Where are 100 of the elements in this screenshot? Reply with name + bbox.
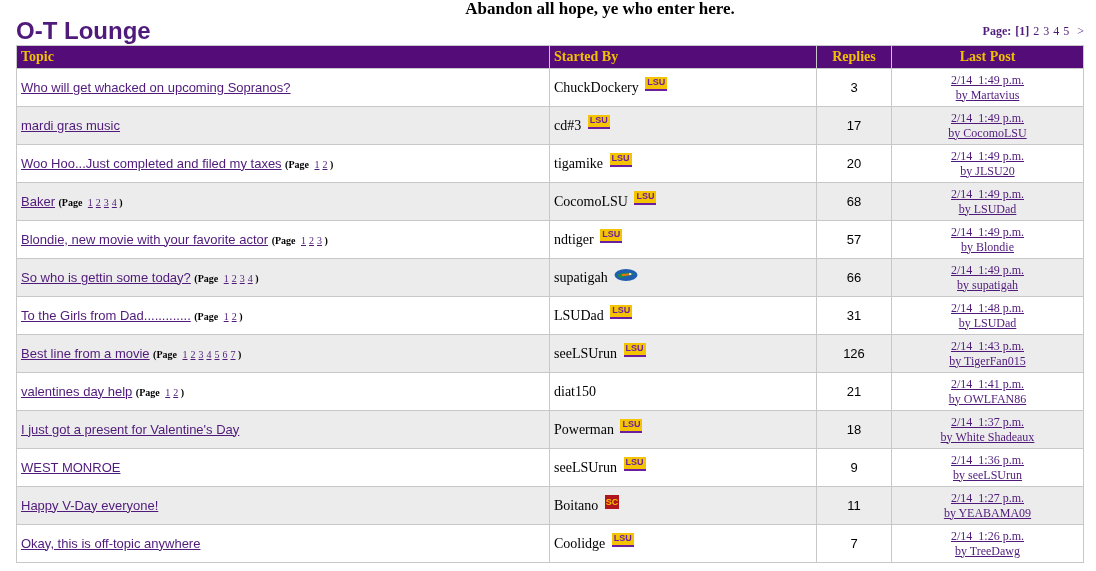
- topic-page-link[interactable]: 3: [198, 348, 204, 360]
- reply-count: 7: [816, 524, 892, 563]
- topic-link[interactable]: Happy V-Day everyone!: [21, 497, 159, 513]
- topic-page-link[interactable]: 2: [231, 272, 237, 284]
- topic-page-link[interactable]: 1: [223, 272, 229, 284]
- page-suffix: ): [324, 234, 328, 246]
- topic-page-link[interactable]: 6: [222, 348, 228, 360]
- topic-page-link[interactable]: 2: [309, 234, 314, 246]
- topic-page-link[interactable]: 2: [190, 348, 196, 360]
- topic-link[interactable]: Baker: [21, 193, 55, 209]
- team-logo-icon: LSU: [620, 418, 643, 433]
- last-post-time-link[interactable]: 2/14 1:49 p.m.: [951, 110, 1024, 125]
- reply-count: 18: [816, 410, 892, 449]
- topic-page-link[interactable]: 1: [165, 386, 171, 398]
- topic-link[interactable]: Woo Hoo...Just completed and filed my taxes: [21, 155, 282, 171]
- team-logo-icon: LSU: [645, 76, 668, 91]
- last-post-author-link[interactable]: by OWLFAN86: [948, 391, 1027, 406]
- author-name: seeLSUrun: [554, 345, 617, 361]
- topic-page-link[interactable]: 3: [103, 196, 109, 208]
- topic-link[interactable]: So who is gettin some today?: [21, 269, 191, 285]
- topic-link[interactable]: valentines day help: [21, 383, 133, 399]
- topic-link[interactable]: WEST MONROE: [21, 459, 121, 475]
- last-post-time-link[interactable]: 2/14 1:49 p.m.: [951, 72, 1024, 87]
- page-suffix: ): [330, 158, 334, 170]
- last-post-time-link[interactable]: 2/14 1:27 p.m.: [951, 490, 1024, 505]
- page-prefix: (Page: [58, 196, 83, 208]
- reply-count: 57: [816, 220, 892, 259]
- page-prefix: (Page: [194, 272, 219, 284]
- topic-page-link[interactable]: 4: [247, 272, 253, 284]
- reply-count: 126: [816, 334, 892, 373]
- last-post-author-link[interactable]: by Martavius: [955, 87, 1020, 102]
- last-post-author-link[interactable]: by Blondie: [961, 239, 1014, 254]
- last-post-time-link[interactable]: 2/14 1:49 p.m.: [951, 262, 1024, 277]
- last-post-time-link[interactable]: 2/14 1:41 p.m.: [951, 376, 1024, 391]
- page-link[interactable]: 4: [1053, 24, 1060, 39]
- board-title: O-T Lounge: [16, 17, 151, 45]
- page-suffix: ): [119, 196, 123, 208]
- topic-page-link[interactable]: 2: [322, 158, 328, 170]
- author-name: supatigah: [554, 269, 608, 285]
- team-logo-icon: LSU: [634, 190, 657, 205]
- topic-page-link[interactable]: 1: [301, 234, 306, 246]
- topic-page-link[interactable]: 1: [314, 158, 320, 170]
- last-post-time-link[interactable]: 2/14 1:37 p.m.: [951, 414, 1024, 429]
- topic-page-link[interactable]: 7: [230, 348, 236, 360]
- page-suffix: ): [180, 386, 185, 398]
- last-post-time-link[interactable]: 2/14 1:49 p.m.: [951, 224, 1024, 239]
- last-post-author-link[interactable]: by supatigah: [957, 277, 1018, 292]
- topic-page-link[interactable]: 2: [231, 310, 237, 322]
- topic-link[interactable]: To the Girls from Dad.............: [21, 307, 191, 323]
- last-post-author-link[interactable]: by CocomoLSU: [948, 125, 1027, 140]
- last-post-author-link[interactable]: by LSUDad: [958, 201, 1017, 216]
- reply-count: 31: [816, 296, 892, 335]
- topic-page-link[interactable]: 1: [223, 310, 229, 322]
- next-page-link[interactable]: >: [1077, 24, 1084, 39]
- gator-logo-icon: [614, 267, 639, 282]
- last-post-author-link[interactable]: by seeLSUrun: [953, 467, 1022, 482]
- topic-page-link[interactable]: 2: [173, 386, 179, 398]
- team-logo-icon: LSU: [610, 304, 633, 319]
- last-post-time-link[interactable]: 2/14 1:36 p.m.: [951, 452, 1024, 467]
- team-logo-icon: LSU: [623, 342, 646, 357]
- last-post-author-link[interactable]: by TigerFan015: [949, 353, 1026, 368]
- topic-page-link[interactable]: 1: [87, 196, 93, 208]
- topic-page-link[interactable]: 4: [206, 348, 212, 360]
- topic-page-link[interactable]: 5: [214, 348, 220, 360]
- last-post-time-link[interactable]: 2/14 1:48 p.m.: [951, 300, 1024, 315]
- topic-link[interactable]: mardi gras music: [21, 117, 120, 133]
- reply-count: 20: [816, 144, 892, 183]
- last-post-author-link[interactable]: by JLSU20: [960, 163, 1015, 178]
- last-post-author-link[interactable]: by YEABAMA09: [943, 505, 1032, 520]
- topic-link[interactable]: Blondie, new movie with your favorite actor: [21, 231, 269, 247]
- topic-page-link[interactable]: 1: [182, 348, 188, 360]
- topic-page-link[interactable]: 2: [95, 196, 101, 208]
- author-name: ndtiger: [554, 231, 594, 247]
- page-link[interactable]: 2: [1033, 24, 1040, 39]
- author-name: CocomoLSU: [554, 193, 628, 209]
- topic-page-link[interactable]: 3: [239, 272, 245, 284]
- author-name: cd#3: [554, 117, 582, 133]
- last-post-time-link[interactable]: 2/14 1:49 p.m.: [951, 186, 1024, 201]
- last-post-author-link[interactable]: by TreeDawg: [955, 543, 1020, 558]
- last-post-time-link[interactable]: 2/14 1:26 p.m.: [951, 528, 1024, 543]
- topic-link[interactable]: Okay, this is off-topic anywhere: [21, 535, 201, 551]
- page-prefix: (Page: [135, 386, 160, 398]
- topic-page-link[interactable]: 4: [111, 196, 117, 208]
- team-logo-icon: LSU: [623, 456, 646, 471]
- topic-page-link[interactable]: 3: [317, 234, 322, 246]
- reply-count: 66: [816, 258, 892, 297]
- author-name: diat150: [554, 383, 596, 399]
- team-logo-icon: LSU: [611, 532, 634, 547]
- last-post-author-link[interactable]: by White Shadeaux: [940, 429, 1035, 444]
- last-post-time-link[interactable]: 2/14 1:49 p.m.: [951, 148, 1024, 163]
- topic-link[interactable]: Best line from a movie: [21, 345, 150, 361]
- pagination-label: Page:: [982, 24, 1012, 39]
- last-post-author-link[interactable]: by LSUDad: [958, 315, 1017, 330]
- page-link[interactable]: 5: [1063, 24, 1070, 39]
- author-name: ChuckDockery: [554, 79, 639, 95]
- topic-link[interactable]: I just got a present for Valentine's Day: [21, 421, 240, 437]
- last-post-time-link[interactable]: 2/14 1:43 p.m.: [951, 338, 1024, 353]
- reply-count: 3: [816, 68, 892, 107]
- page-motto: Abandon all hope, ye who enter here.: [464, 0, 736, 17]
- page-link[interactable]: 3: [1043, 24, 1050, 39]
